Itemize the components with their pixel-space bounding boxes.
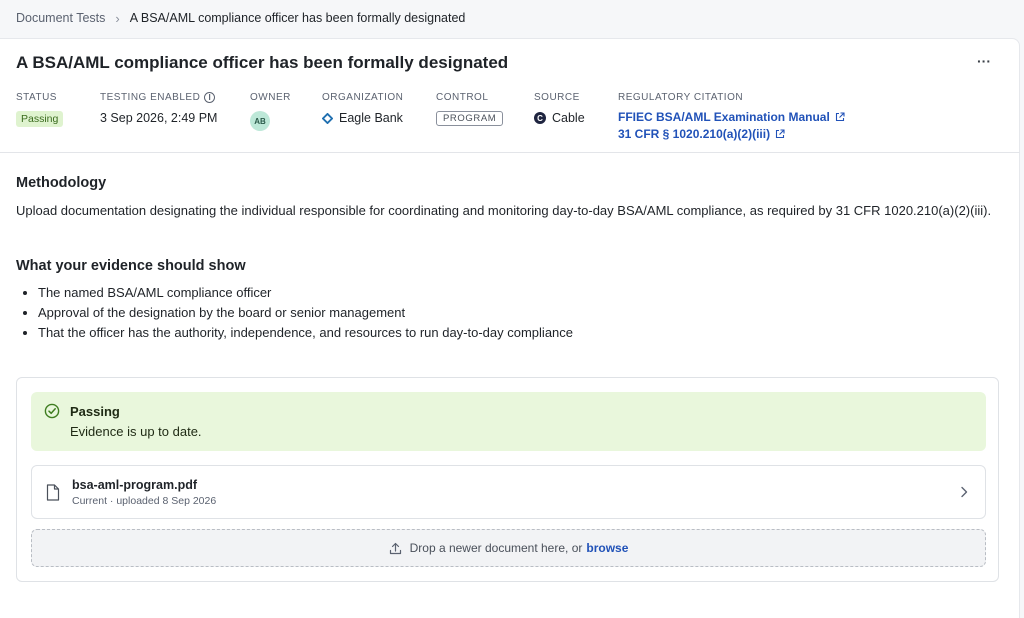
- source-value: Cable: [552, 111, 585, 125]
- document-icon: [46, 484, 60, 501]
- control-label: CONTROL: [436, 91, 489, 103]
- meta-citation: REGULATORY CITATION FFIEC BSA/AML Examin…: [618, 91, 845, 142]
- breadcrumb-separator: ›: [115, 10, 120, 26]
- more-options-button[interactable]: ···: [974, 53, 994, 73]
- test-header: A BSA/AML compliance officer has been fo…: [0, 39, 1020, 153]
- evidence-file-row[interactable]: bsa-aml-program.pdf Current · uploaded 8…: [31, 465, 986, 519]
- info-icon[interactable]: i: [204, 91, 216, 103]
- status-banner-message: Evidence is up to date.: [70, 424, 202, 439]
- list-item: That the officer has the authority, inde…: [20, 323, 573, 343]
- methodology-heading: Methodology: [16, 175, 107, 191]
- external-link-icon: [776, 129, 785, 139]
- evidence-card: Passing Evidence is up to date. bsa-aml-…: [16, 377, 999, 582]
- methodology-text: Upload documentation designating the ind…: [16, 203, 992, 218]
- breadcrumb: Document Tests › A BSA/AML compliance of…: [0, 0, 1024, 36]
- file-name: bsa-aml-program.pdf: [72, 478, 198, 492]
- status-banner: Passing Evidence is up to date.: [31, 392, 986, 451]
- browse-link[interactable]: browse: [586, 541, 628, 555]
- chevron-right-icon: [961, 486, 968, 498]
- citation-link-ffiec[interactable]: FFIEC BSA/AML Examination Manual: [618, 109, 845, 125]
- status-label: STATUS: [16, 91, 57, 103]
- file-meta: Current · uploaded 8 Sep 2026: [72, 495, 217, 507]
- meta-organization: ORGANIZATION Eagle Bank: [322, 91, 403, 125]
- source-label: SOURCE: [534, 91, 580, 103]
- meta-status: STATUS Passing: [16, 91, 64, 127]
- status-badge: Passing: [16, 111, 64, 127]
- test-detail-panel: A BSA/AML compliance officer has been fo…: [0, 38, 1020, 618]
- organization-value: Eagle Bank: [339, 111, 403, 125]
- page-title: A BSA/AML compliance officer has been fo…: [16, 53, 509, 72]
- meta-source: SOURCE C Cable: [534, 91, 585, 125]
- cable-logo-icon: C: [534, 112, 546, 124]
- control-tag[interactable]: PROGRAM: [436, 111, 504, 126]
- upload-dropzone[interactable]: Drop a newer document here, or browse: [31, 529, 986, 567]
- owner-label: OWNER: [250, 91, 291, 103]
- meta-owner: OWNER AB: [250, 91, 291, 131]
- citation-link-cfr[interactable]: 31 CFR § 1020.210(a)(2)(iii): [618, 126, 785, 142]
- dropzone-text: Drop a newer document here, or: [409, 541, 583, 555]
- list-item: The named BSA/AML compliance officer: [20, 283, 573, 303]
- citation-label: REGULATORY CITATION: [618, 91, 744, 103]
- breadcrumb-parent-link[interactable]: Document Tests: [16, 11, 105, 25]
- evidence-requirements-heading: What your evidence should show: [16, 258, 246, 274]
- meta-testing-enabled: TESTING ENABLED i 3 Sep 2026, 2:49 PM: [100, 91, 217, 125]
- page: Document Tests › A BSA/AML compliance of…: [0, 0, 1024, 618]
- organization-label: ORGANIZATION: [322, 91, 404, 103]
- meta-control: CONTROL PROGRAM: [436, 91, 504, 126]
- breadcrumb-current: A BSA/AML compliance officer has been fo…: [129, 11, 466, 25]
- testing-enabled-value: 3 Sep 2026, 2:49 PM: [100, 111, 218, 125]
- check-circle-icon: [44, 403, 60, 419]
- external-link-icon: [835, 112, 845, 122]
- eagle-bank-logo-icon: [322, 112, 333, 124]
- upload-icon: [389, 542, 401, 554]
- list-item: Approval of the designation by the board…: [20, 303, 573, 323]
- testing-enabled-label: TESTING ENABLED: [100, 91, 201, 103]
- evidence-requirements-list: The named BSA/AML compliance officer App…: [20, 283, 573, 343]
- owner-avatar[interactable]: AB: [250, 111, 270, 131]
- status-banner-title: Passing: [70, 404, 120, 419]
